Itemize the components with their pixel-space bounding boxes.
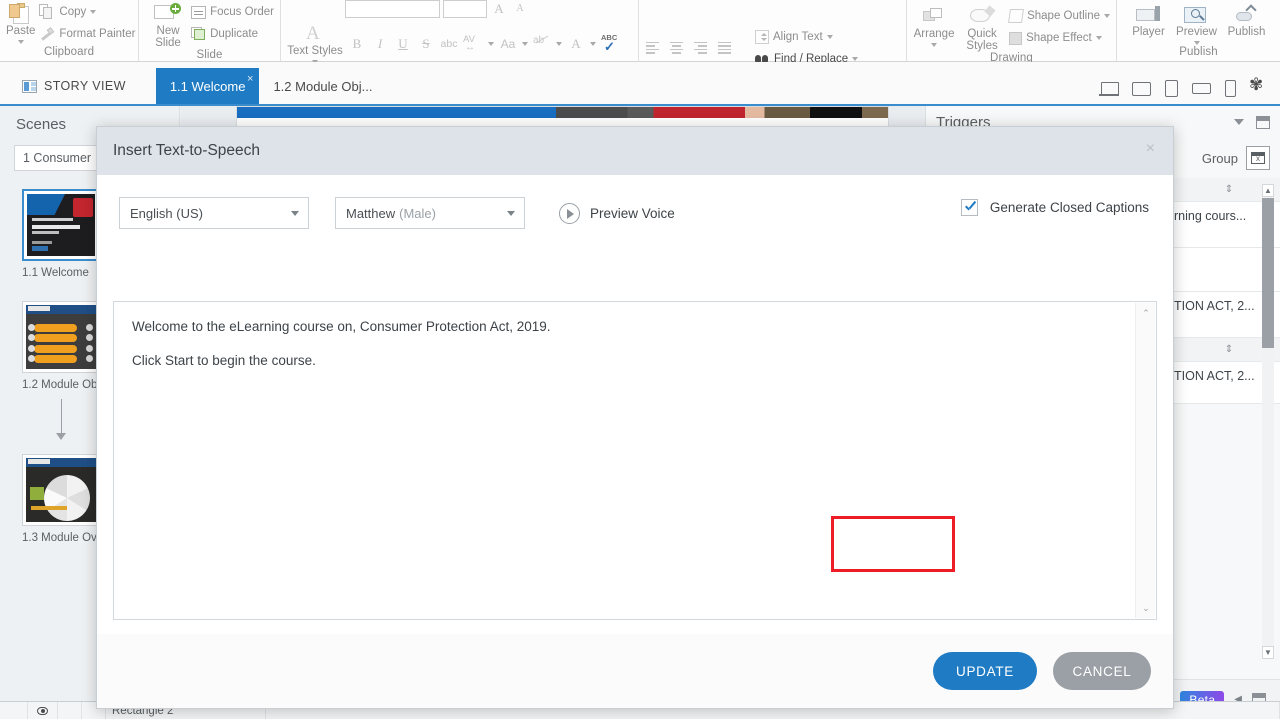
- script-line-1: Welcome to the eLearning course on, Cons…: [132, 319, 551, 334]
- voice-controls-row: English (US) Matthew (Male) Preview Voic…: [97, 175, 1173, 229]
- close-icon[interactable]: ×: [1146, 141, 1155, 157]
- chevron-down-icon[interactable]: [291, 211, 299, 216]
- language-select-value: English (US): [130, 205, 203, 221]
- preview-voice-button[interactable]: Preview Voice: [559, 202, 675, 224]
- dialog-body: English (US) Matthew (Male) Preview Voic…: [97, 175, 1173, 634]
- chevron-down-icon[interactable]: [507, 211, 515, 216]
- dialog-title: Insert Text-to-Speech: [113, 142, 261, 159]
- generate-closed-captions-label: Generate Closed Captions: [989, 200, 1149, 215]
- update-button-highlight-annotation: [831, 516, 955, 572]
- preview-voice-label: Preview Voice: [590, 205, 675, 221]
- script-text[interactable]: Welcome to the eLearning course on, Cons…: [114, 302, 1156, 385]
- script-scrollbar[interactable]: ⌃ ⌄: [1135, 303, 1155, 618]
- voice-select[interactable]: Matthew (Male): [335, 197, 525, 229]
- dialog-header: Insert Text-to-Speech ×: [97, 127, 1173, 175]
- storyline-window: Paste Copy Format Painter Clipboard New …: [0, 0, 1280, 719]
- cancel-button[interactable]: CANCEL: [1053, 652, 1151, 690]
- scroll-down-icon[interactable]: ⌄: [1136, 600, 1156, 616]
- update-button[interactable]: UPDATE: [933, 652, 1037, 690]
- voice-select-value: Matthew: [346, 205, 396, 221]
- insert-text-to-speech-dialog: Insert Text-to-Speech × English (US) Mat…: [96, 126, 1174, 709]
- dialog-footer: UPDATE CANCEL: [97, 634, 1173, 708]
- script-line-2: Click Start to begin the course.: [132, 353, 316, 368]
- language-select[interactable]: English (US): [119, 197, 309, 229]
- play-icon[interactable]: [559, 202, 580, 224]
- generate-closed-captions-row[interactable]: Generate Closed Captions: [960, 199, 1149, 216]
- script-textarea[interactable]: Welcome to the eLearning course on, Cons…: [113, 301, 1157, 620]
- voice-gender-label: (Male): [399, 205, 436, 221]
- scroll-up-icon[interactable]: ⌃: [1136, 305, 1156, 321]
- generate-closed-captions-checkbox[interactable]: [960, 199, 978, 216]
